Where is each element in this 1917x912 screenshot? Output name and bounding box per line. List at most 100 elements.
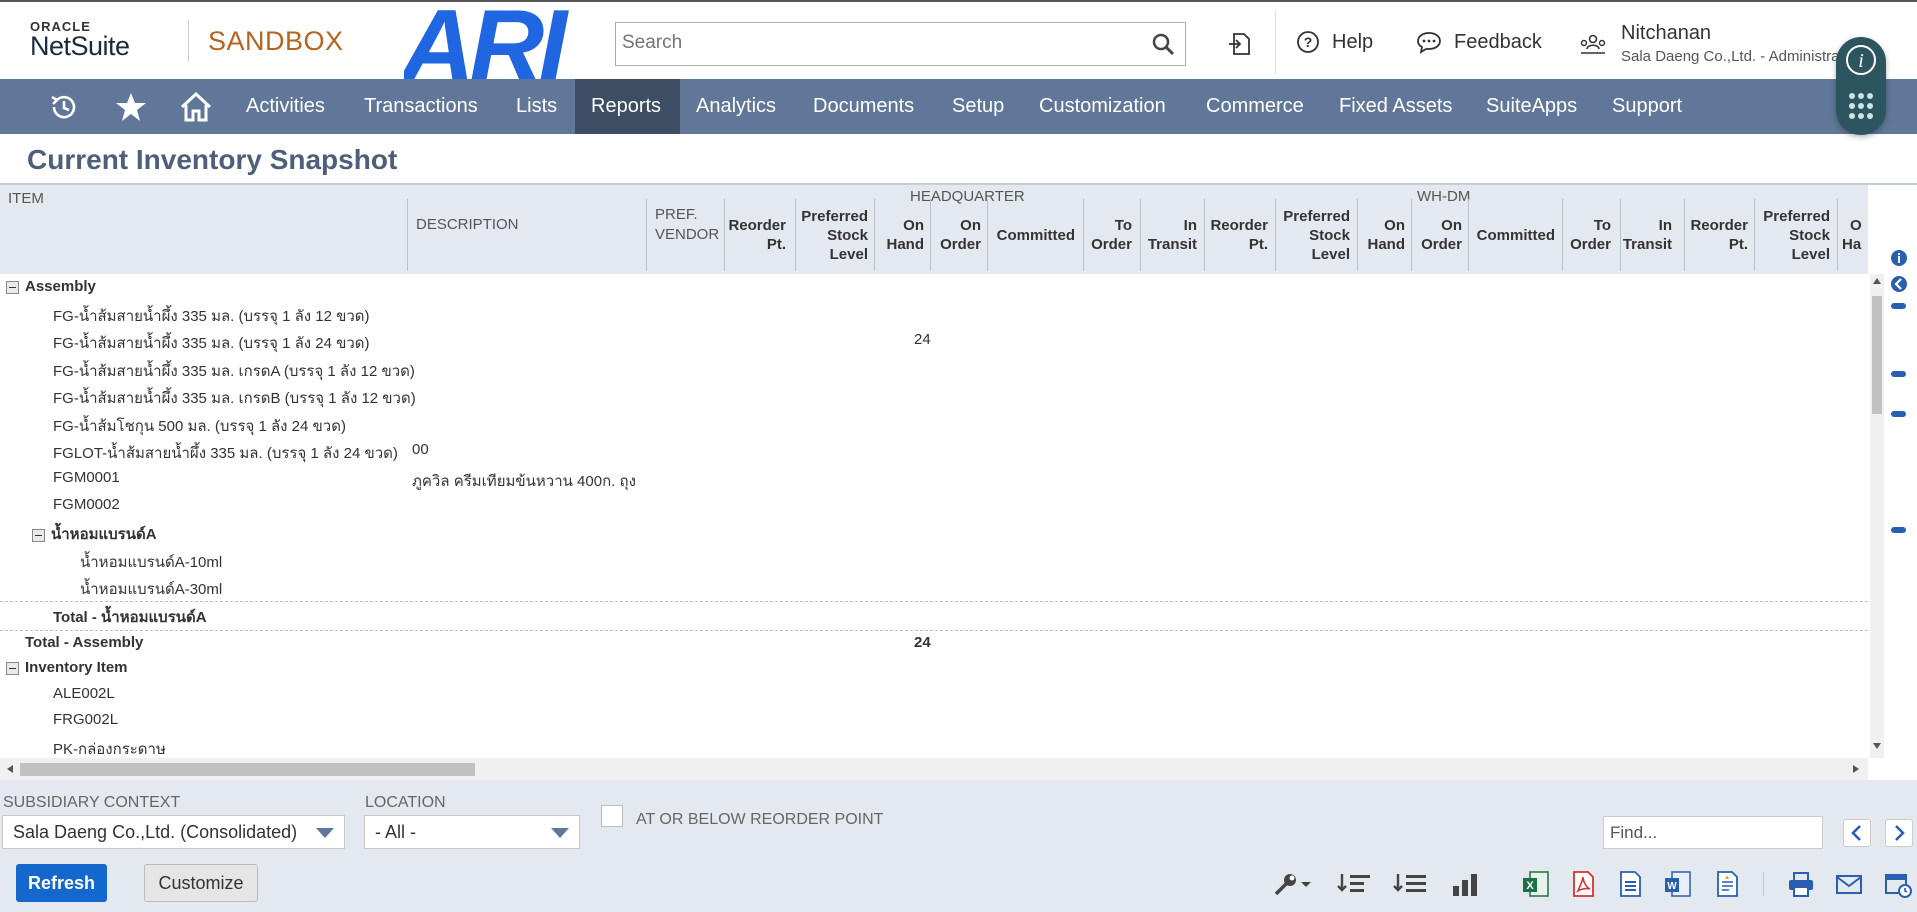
table-row[interactable]: ALE002L (53, 685, 115, 711)
wh-reorder-l2[interactable]: Pt. (1249, 235, 1268, 254)
panel-tab-marker[interactable] (1891, 371, 1906, 377)
nav-fixed-assets[interactable]: Fixed Assets (1323, 79, 1468, 134)
wh-toorder-l1[interactable]: To (1594, 216, 1611, 235)
hq-intransit-l2[interactable]: Transit (1148, 235, 1197, 254)
loc3-reorder-l1[interactable]: Reorder (1690, 216, 1748, 235)
hq-pref-l1[interactable]: Preferred (801, 207, 868, 226)
recent-records-icon[interactable] (1226, 31, 1252, 57)
row-label[interactable]: FGLOT-น้ำส้มสายน้ำผึ้ง 335 มล. (บรรจุ 1 … (53, 445, 398, 462)
wh-reorder-l1[interactable]: Reorder (1210, 216, 1268, 235)
table-row[interactable]: PK-กล่องกระดาษ (53, 737, 166, 756)
vertical-scrollbar[interactable] (1870, 274, 1884, 758)
find-next-button[interactable] (1885, 819, 1913, 847)
hq-reorder-l1[interactable]: Reorder (728, 216, 786, 235)
email-icon[interactable] (1835, 870, 1863, 898)
wh-intransit-l1[interactable]: In (1659, 216, 1672, 235)
nav-customization[interactable]: Customization (1023, 79, 1182, 134)
subgroup-row[interactable]: น้ำหอมแบรนด์A (32, 522, 157, 548)
collapse-icon[interactable] (6, 661, 19, 675)
table-row[interactable]: FG-น้ำส้มสายน้ำผึ้ง 335 มล. (บรรจุ 1 ลัง… (53, 331, 370, 357)
collapse-panel-icon[interactable] (1890, 275, 1908, 293)
collapse-icon[interactable] (32, 528, 45, 542)
wh-committed[interactable]: Committed (1477, 226, 1555, 245)
find-previous-button[interactable] (1843, 819, 1871, 847)
help-link[interactable]: ? Help (1296, 30, 1373, 54)
col-description[interactable]: DESCRIPTION (416, 215, 519, 234)
home-icon[interactable] (180, 91, 212, 123)
panel-tab-marker[interactable] (1891, 527, 1906, 533)
nav-setup[interactable]: Setup (936, 79, 1020, 134)
info-small-icon[interactable] (1890, 249, 1908, 267)
hq-onhand-l2[interactable]: Hand (887, 235, 925, 254)
table-row[interactable]: FG-น้ำส้มโชกุน 500 มล. (บรรจุ 1 ลัง 24 ข… (53, 414, 346, 440)
scroll-right-arrow-icon[interactable] (1852, 765, 1860, 773)
refresh-button[interactable]: Refresh (16, 864, 107, 902)
group-row-assembly[interactable]: Assembly (6, 278, 96, 304)
hq-pref-l2[interactable]: Stock (827, 226, 868, 245)
word-export-icon[interactable]: W (1664, 870, 1692, 898)
vertical-scroll-thumb[interactable] (1872, 296, 1882, 414)
nav-reports[interactable]: Reports (575, 79, 680, 134)
location-select[interactable]: - All - (364, 815, 580, 849)
netsuite-logo[interactable]: ORACLE NetSuite (30, 20, 130, 60)
wh-onorder-l2[interactable]: Order (1421, 235, 1462, 254)
hq-pref-l3[interactable]: Level (830, 245, 868, 264)
nav-lists[interactable]: Lists (500, 79, 573, 134)
group-row-inventory-item[interactable]: Inventory Item (6, 659, 128, 685)
col-item[interactable]: ITEM (8, 189, 44, 208)
loc3-onhand-l1[interactable]: O (1850, 216, 1862, 235)
calendar-schedule-icon[interactable] (1884, 870, 1912, 898)
collapse-icon[interactable] (6, 280, 19, 294)
favorites-star-icon[interactable] (115, 91, 147, 123)
table-row[interactable]: FG-น้ำส้มสายน้ำผึ้ง 335 มล. เกรดB (บรรจุ… (53, 386, 416, 412)
excel-export-icon[interactable]: X (1522, 870, 1550, 898)
dialpad-icon[interactable] (1847, 91, 1875, 121)
hq-reorder-l2[interactable]: Pt. (767, 235, 786, 254)
wh-onhand-l2[interactable]: Hand (1368, 235, 1406, 254)
row-label[interactable]: ALE002L (53, 685, 115, 702)
row-label[interactable]: FGM0002 (53, 496, 120, 513)
nav-activities[interactable]: Activities (230, 79, 341, 134)
wh-pref-l1[interactable]: Preferred (1283, 207, 1350, 226)
hq-onorder-l2[interactable]: Order (940, 235, 981, 254)
loc3-onhand-l2[interactable]: Ha (1842, 235, 1861, 254)
search-icon[interactable] (1151, 32, 1175, 56)
subsidiary-select[interactable]: Sala Daeng Co.,Ltd. (Consolidated) (2, 815, 345, 849)
table-row[interactable]: FG-น้ำส้มสายน้ำผึ้ง 335 มล. เกรดA (บรรจุ… (53, 359, 415, 385)
role-switch-icon[interactable] (1580, 31, 1606, 57)
table-row[interactable]: น้ำหอมแบรนด์A-30ml (80, 577, 222, 603)
loc3-pref-l1[interactable]: Preferred (1763, 207, 1830, 226)
reorder-point-checkbox[interactable] (601, 805, 623, 827)
bar-chart-icon[interactable] (1449, 870, 1485, 898)
row-label[interactable]: FG-น้ำส้มโชกุน 500 มล. (บรรจุ 1 ลัง 24 ข… (53, 418, 346, 435)
hq-toorder-l1[interactable]: To (1115, 216, 1132, 235)
pdf-export-icon[interactable] (1569, 870, 1597, 898)
wh-intransit-l2[interactable]: Transit (1623, 235, 1672, 254)
expand-all-icon[interactable] (1392, 870, 1428, 898)
row-label[interactable]: FG-น้ำส้มสายน้ำผึ้ง 335 มล. เกรดB (บรรจุ… (53, 390, 416, 407)
collapse-all-icon[interactable] (1336, 870, 1372, 898)
panel-tab-marker[interactable] (1891, 411, 1906, 417)
wh-pref-l3[interactable]: Level (1312, 245, 1350, 264)
row-label[interactable]: FG-น้ำส้มสายน้ำผึ้ง 335 มล. (บรรจุ 1 ลัง… (53, 308, 370, 325)
hq-committed[interactable]: Committed (997, 226, 1075, 245)
hq-onorder-l1[interactable]: On (960, 216, 981, 235)
nav-documents[interactable]: Documents (797, 79, 930, 134)
csv-export-icon[interactable] (1616, 870, 1644, 898)
print-icon[interactable] (1787, 870, 1815, 898)
user-name[interactable]: Nitchanan (1621, 22, 1711, 45)
dropdown-arrow-icon[interactable] (1299, 870, 1313, 898)
panel-tab-marker[interactable] (1891, 303, 1906, 309)
chevron-down-icon[interactable] (316, 828, 334, 838)
nav-suiteapps[interactable]: SuiteApps (1470, 79, 1593, 134)
wh-onorder-l1[interactable]: On (1441, 216, 1462, 235)
row-label[interactable]: น้ำหอมแบรนด์A-10ml (80, 554, 222, 571)
find-input[interactable]: Find... (1603, 816, 1823, 849)
table-row[interactable]: FG-น้ำส้มสายน้ำผึ้ง 335 มล. (บรรจุ 1 ลัง… (53, 304, 370, 330)
nav-analytics[interactable]: Analytics (680, 79, 792, 134)
recent-history-icon[interactable] (48, 91, 80, 123)
wh-onhand-l1[interactable]: On (1384, 216, 1405, 235)
customize-button[interactable]: Customize (144, 864, 258, 902)
loc3-reorder-l2[interactable]: Pt. (1729, 235, 1748, 254)
info-icon[interactable]: i (1845, 44, 1877, 76)
